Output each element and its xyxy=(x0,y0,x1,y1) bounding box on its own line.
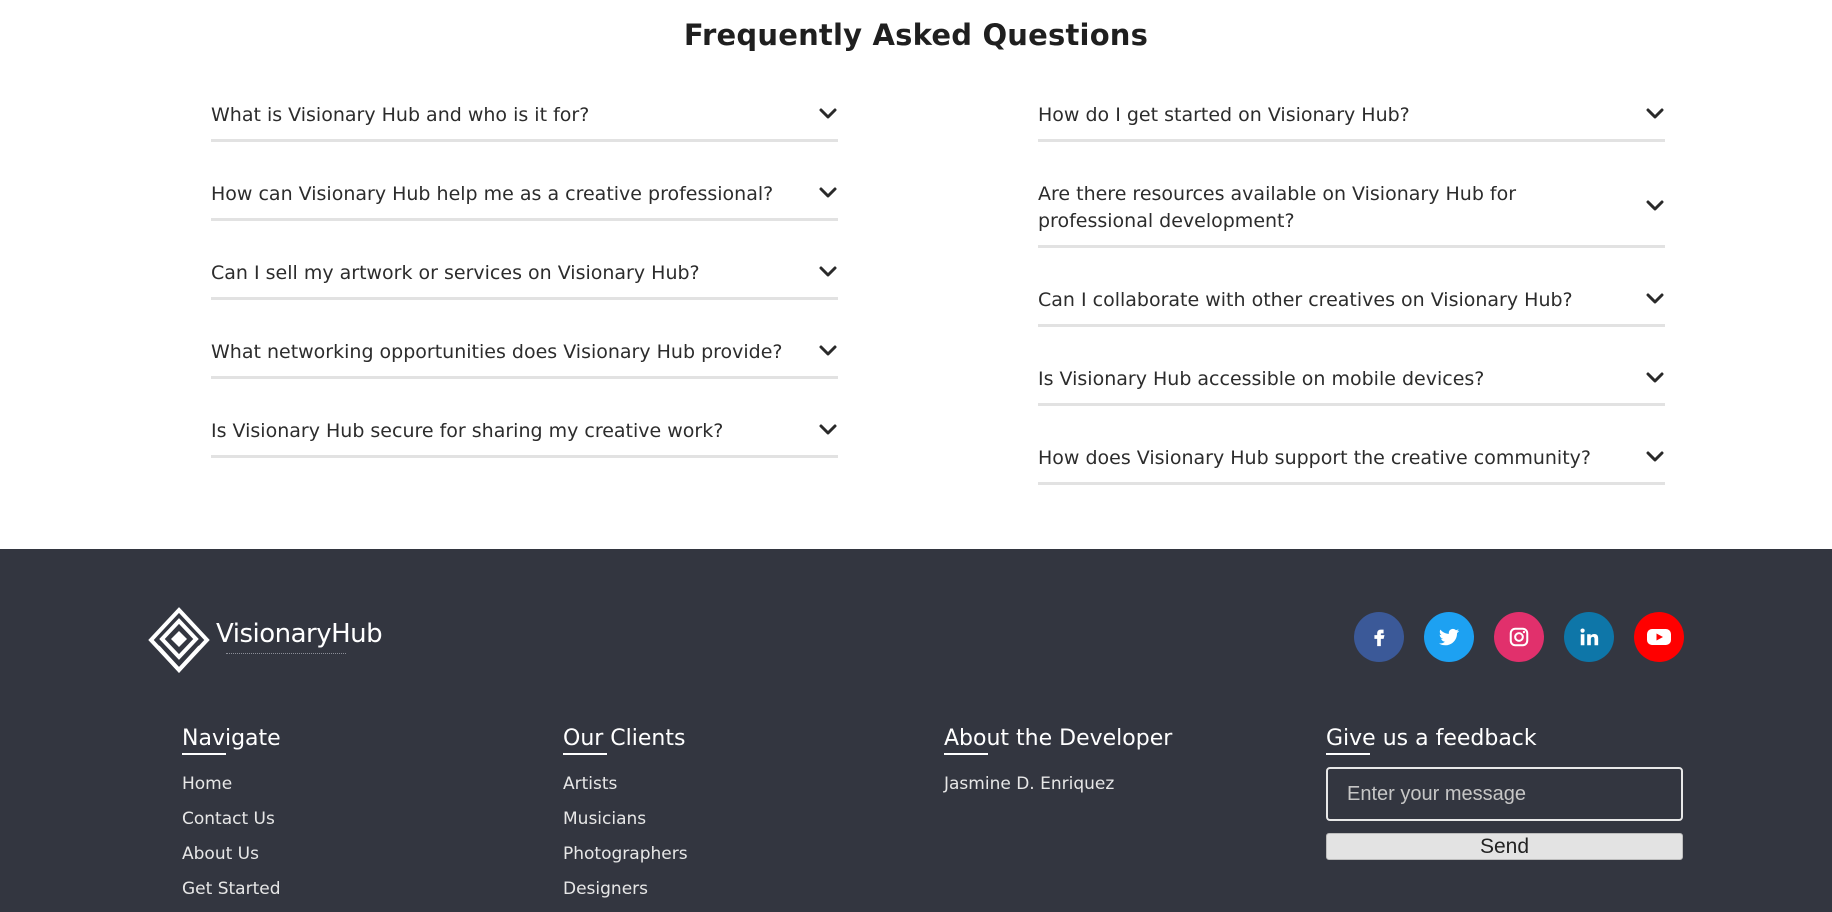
faq-item[interactable]: How does Visionary Hub support the creat… xyxy=(1038,435,1665,485)
faq-column-left: What is Visionary Hub and who is it for?… xyxy=(211,92,838,458)
faq-section: Frequently Asked Questions What is Visio… xyxy=(0,0,1832,549)
send-button[interactable]: Send xyxy=(1326,833,1683,860)
chevron-down-icon[interactable] xyxy=(818,262,838,282)
faq-item[interactable]: Can I sell my artwork or services on Vis… xyxy=(211,250,838,300)
footer-feedback-column: Give us a feedback Send xyxy=(1326,726,1686,860)
faq-question: Can I sell my artwork or services on Vis… xyxy=(211,262,700,284)
facebook-icon[interactable] xyxy=(1354,612,1404,662)
footer-link-get-started[interactable]: Get Started xyxy=(182,872,502,907)
twitter-icon[interactable] xyxy=(1424,612,1474,662)
footer-link-artists[interactable]: Artists xyxy=(563,767,883,802)
logo-diamond-icon xyxy=(148,607,210,673)
faq-question: Is Visionary Hub secure for sharing my c… xyxy=(211,420,724,442)
faq-question: What is Visionary Hub and who is it for? xyxy=(211,104,590,126)
faq-question: How do I get started on Visionary Hub? xyxy=(1038,104,1410,126)
site-logo[interactable]: VisionaryHub xyxy=(148,607,383,677)
footer-heading-navigate: Navigate xyxy=(182,726,502,755)
faq-item[interactable]: Is Visionary Hub accessible on mobile de… xyxy=(1038,356,1665,406)
feedback-input[interactable] xyxy=(1326,767,1683,821)
chevron-down-icon[interactable] xyxy=(1645,104,1665,124)
footer-nav-column: Navigate Home Contact Us About Us Get St… xyxy=(182,726,502,907)
chevron-down-icon[interactable] xyxy=(1645,368,1665,388)
faq-question: Can I collaborate with other creatives o… xyxy=(1038,289,1573,311)
faq-item[interactable]: Is Visionary Hub secure for sharing my c… xyxy=(211,408,838,458)
footer-clients-column: Our Clients Artists Musicians Photograph… xyxy=(563,726,883,907)
footer-heading-clients: Our Clients xyxy=(563,726,883,755)
chevron-down-icon[interactable] xyxy=(818,341,838,361)
footer-heading-feedback: Give us a feedback xyxy=(1326,726,1686,755)
faq-question: Is Visionary Hub accessible on mobile de… xyxy=(1038,368,1485,390)
faq-item[interactable]: How do I get started on Visionary Hub? xyxy=(1038,92,1665,142)
faq-item[interactable]: What is Visionary Hub and who is it for? xyxy=(211,92,838,142)
faq-question: How can Visionary Hub help me as a creat… xyxy=(211,183,774,205)
site-footer: VisionaryHub Navigate Home Contact Us Ab… xyxy=(0,549,1832,912)
faq-question: Are there resources available on Visiona… xyxy=(1038,183,1517,232)
youtube-icon[interactable] xyxy=(1634,612,1684,662)
faq-title: Frequently Asked Questions xyxy=(683,18,1149,52)
chevron-down-icon[interactable] xyxy=(1645,289,1665,309)
footer-developer-column: About the Developer Jasmine D. Enriquez xyxy=(944,726,1264,802)
footer-link-photographers[interactable]: Photographers xyxy=(563,837,883,872)
footer-heading-developer: About the Developer xyxy=(944,726,1264,755)
faq-question: What networking opportunities does Visio… xyxy=(211,341,783,363)
faq-item[interactable]: What networking opportunities does Visio… xyxy=(211,329,838,379)
faq-item[interactable]: Can I collaborate with other creatives o… xyxy=(1038,277,1665,327)
developer-name: Jasmine D. Enriquez xyxy=(944,774,1115,794)
footer-link-musicians[interactable]: Musicians xyxy=(563,802,883,837)
social-links xyxy=(1354,612,1684,662)
faq-column-right: How do I get started on Visionary Hub? A… xyxy=(1038,92,1665,485)
chevron-down-icon[interactable] xyxy=(1645,196,1665,216)
footer-link-designers[interactable]: Designers xyxy=(563,872,883,907)
footer-link-home[interactable]: Home xyxy=(182,767,502,802)
instagram-icon[interactable] xyxy=(1494,612,1544,662)
chevron-down-icon[interactable] xyxy=(818,420,838,440)
chevron-down-icon[interactable] xyxy=(1645,447,1665,467)
logo-text: VisionaryHub xyxy=(216,619,383,649)
chevron-down-icon[interactable] xyxy=(818,183,838,203)
faq-question: How does Visionary Hub support the creat… xyxy=(1038,447,1591,469)
linkedin-icon[interactable] xyxy=(1564,612,1614,662)
faq-item[interactable]: How can Visionary Hub help me as a creat… xyxy=(211,171,838,221)
logo-tagline-decoration xyxy=(226,653,346,655)
footer-link-about[interactable]: About Us xyxy=(182,837,502,872)
faq-item[interactable]: Are there resources available on Visiona… xyxy=(1038,171,1665,248)
chevron-down-icon[interactable] xyxy=(818,104,838,124)
footer-link-contact[interactable]: Contact Us xyxy=(182,802,502,837)
